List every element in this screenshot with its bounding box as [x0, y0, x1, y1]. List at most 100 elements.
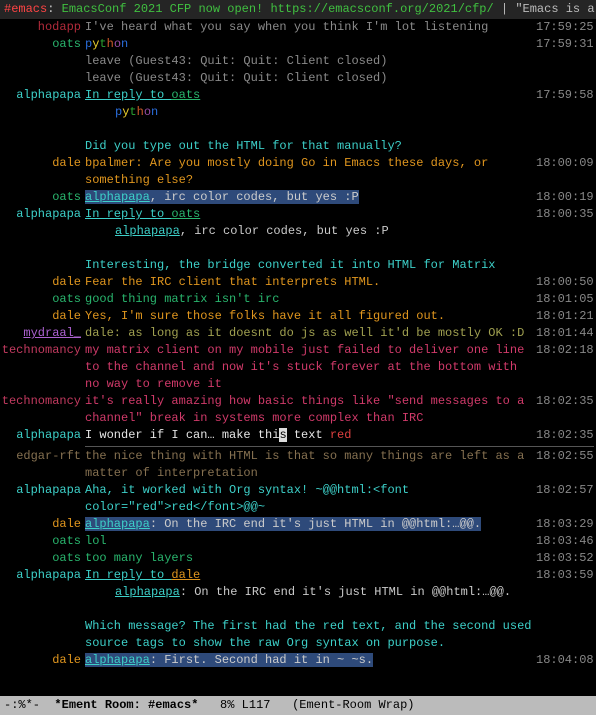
message-text: too many layers: [85, 550, 536, 567]
timestamp: 18:00:50: [536, 274, 594, 291]
timestamp: 18:03:59: [536, 567, 594, 584]
chat-row: dale alphapapa: First. Second had it in …: [0, 652, 594, 669]
chat-row: Which message? The first had the red tex…: [0, 618, 594, 652]
nick-dale: dale: [52, 653, 81, 667]
chat-row: oats alphapapa, irc color codes, but yes…: [0, 189, 594, 206]
nick-technomancy: technomancy: [2, 394, 81, 408]
timestamp: 18:01:21: [536, 308, 594, 325]
nick-link-oats[interactable]: oats: [171, 88, 200, 102]
reply-link[interactable]: In reply to: [85, 568, 171, 582]
chat-row: oats good thing matrix isn't irc 18:01:0…: [0, 291, 594, 308]
nick-link-alphapapa[interactable]: alphapapa: [85, 517, 150, 531]
timestamp: 18:03:52: [536, 550, 594, 567]
reply-link[interactable]: In reply to: [85, 207, 171, 221]
timestamp: 17:59:58: [536, 87, 594, 104]
message-text: Aha, it worked with Org syntax! ~@@html:…: [85, 482, 536, 516]
nick-mydraal: mydraal_: [23, 326, 81, 340]
message-text: I've heard what you say when you think I…: [85, 19, 536, 36]
input-line[interactable]: I wonder if I can… make this text red: [85, 427, 536, 444]
timestamp: 18:02:55: [536, 448, 594, 465]
buffer-name: *Ement Room: #emacs*: [54, 698, 198, 712]
channel-name: #emacs: [4, 2, 47, 16]
nick-edgarrft: edgar-rft: [16, 449, 81, 463]
mode-line: -:%*- *Ement Room: #emacs* 8% L117 (Emen…: [0, 696, 596, 715]
nick-link-alphapapa[interactable]: alphapapa: [85, 653, 150, 667]
message-text: bpalmer: Are you mostly doing Go in Emac…: [85, 155, 536, 189]
chat-row: alphapapa In reply to oats 18:00:35: [0, 206, 594, 223]
nick-dale: dale: [52, 517, 81, 531]
topic-text: EmacsConf 2021 CFP now open! https://ema…: [62, 2, 494, 16]
timestamp: 17:59:25: [536, 19, 594, 36]
chat-buffer[interactable]: hodapp I've heard what you say when you …: [0, 19, 596, 696]
text-cursor: s: [279, 428, 286, 442]
timestamp: 17:59:31: [536, 36, 594, 53]
chat-row: oats lol 18:03:46: [0, 533, 594, 550]
separator-line: [85, 446, 594, 447]
message-text: Fear the IRC client that interprets HTML…: [85, 274, 536, 291]
timestamp: 18:04:08: [536, 652, 594, 669]
chat-row: python: [0, 104, 594, 121]
chat-row: dale alphapapa: On the IRC end it's just…: [0, 516, 594, 533]
timestamp: 18:03:46: [536, 533, 594, 550]
chat-row: alphapapa I wonder if I can… make this t…: [0, 427, 594, 444]
nick-alphapapa: alphapapa: [16, 88, 81, 102]
chat-row: Did you type out the HTML for that manua…: [0, 138, 594, 155]
nick-oats: oats: [52, 37, 81, 51]
nick-link-oats[interactable]: oats: [171, 207, 200, 221]
nick-alphapapa: alphapapa: [16, 207, 81, 221]
nick-oats: oats: [52, 551, 81, 565]
timestamp: 18:02:35: [536, 427, 594, 444]
timestamp: 18:01:44: [536, 325, 594, 342]
nick-technomancy: technomancy: [2, 343, 81, 357]
python-colored: python: [85, 104, 536, 121]
timestamp: 18:01:05: [536, 291, 594, 308]
chat-row: oats python 17:59:31: [0, 36, 594, 53]
timestamp: 18:02:35: [536, 393, 594, 410]
chat-row: oats too many layers 18:03:52: [0, 550, 594, 567]
chat-row: mydraal_ dale: as long as it doesnt do j…: [0, 325, 594, 342]
timestamp: 18:02:57: [536, 482, 594, 499]
message-text: the nice thing with HTML is that so many…: [85, 448, 536, 482]
nick-alphapapa: alphapapa: [16, 568, 81, 582]
chat-row: alphapapa In reply to oats 17:59:58: [0, 87, 594, 104]
chat-row: leave (Guest43: Quit: Quit: Client close…: [0, 53, 594, 70]
timestamp: 18:00:19: [536, 189, 594, 206]
chat-row: leave (Guest43: Quit: Quit: Client close…: [0, 70, 594, 87]
message-text: it's really amazing how basic things lik…: [85, 393, 536, 427]
message-text: good thing matrix isn't irc: [85, 291, 536, 308]
chat-row: alphapapa Aha, it worked with Org syntax…: [0, 482, 594, 516]
nick-dale: dale: [52, 275, 81, 289]
chat-row: edgar-rft the nice thing with HTML is th…: [0, 448, 594, 482]
chat-row: alphapapa In reply to dale 18:03:59: [0, 567, 594, 584]
chat-row: alphapapa, irc color codes, but yes :P: [0, 223, 594, 240]
title-bar: #emacs: EmacsConf 2021 CFP now open! htt…: [0, 0, 596, 19]
nick-alphapapa: alphapapa: [16, 483, 81, 497]
message-text: Did you type out the HTML for that manua…: [85, 138, 536, 155]
nick-alphapapa: alphapapa: [16, 428, 81, 442]
chat-row: dale bpalmer: Are you mostly doing Go in…: [0, 155, 594, 189]
chat-row: hodapp I've heard what you say when you …: [0, 19, 594, 36]
nick-oats: oats: [52, 190, 81, 204]
nick-link-dale[interactable]: dale: [171, 568, 200, 582]
nick-link-alphapapa[interactable]: alphapapa: [115, 585, 180, 599]
nick-dale: dale: [52, 156, 81, 170]
chat-row: Interesting, the bridge converted it int…: [0, 257, 594, 274]
nick-link-alphapapa[interactable]: alphapapa: [85, 190, 150, 204]
chat-row: dale Fear the IRC client that interprets…: [0, 274, 594, 291]
timestamp: 18:00:09: [536, 155, 594, 172]
nick-link-alphapapa[interactable]: alphapapa: [115, 224, 180, 238]
reply-link[interactable]: In reply to: [85, 88, 171, 102]
chat-row: alphapapa: On the IRC end it's just HTML…: [0, 584, 594, 601]
message-text: Yes, I'm sure those folks have it all fi…: [85, 308, 536, 325]
message-text: dale: as long as it doesnt do js as well…: [85, 325, 536, 342]
nick-oats: oats: [52, 534, 81, 548]
message-text: lol: [85, 533, 536, 550]
timestamp: 18:02:18: [536, 342, 594, 359]
message-text: my matrix client on my mobile just faile…: [85, 342, 536, 393]
message-text: Interesting, the bridge converted it int…: [85, 257, 536, 274]
chat-row: dale Yes, I'm sure those folks have it a…: [0, 308, 594, 325]
timestamp: 18:00:35: [536, 206, 594, 223]
leave-message: leave (Guest43: Quit: Quit: Client close…: [85, 53, 536, 70]
nick-hodapp: hodapp: [38, 20, 81, 34]
nick-oats: oats: [52, 292, 81, 306]
